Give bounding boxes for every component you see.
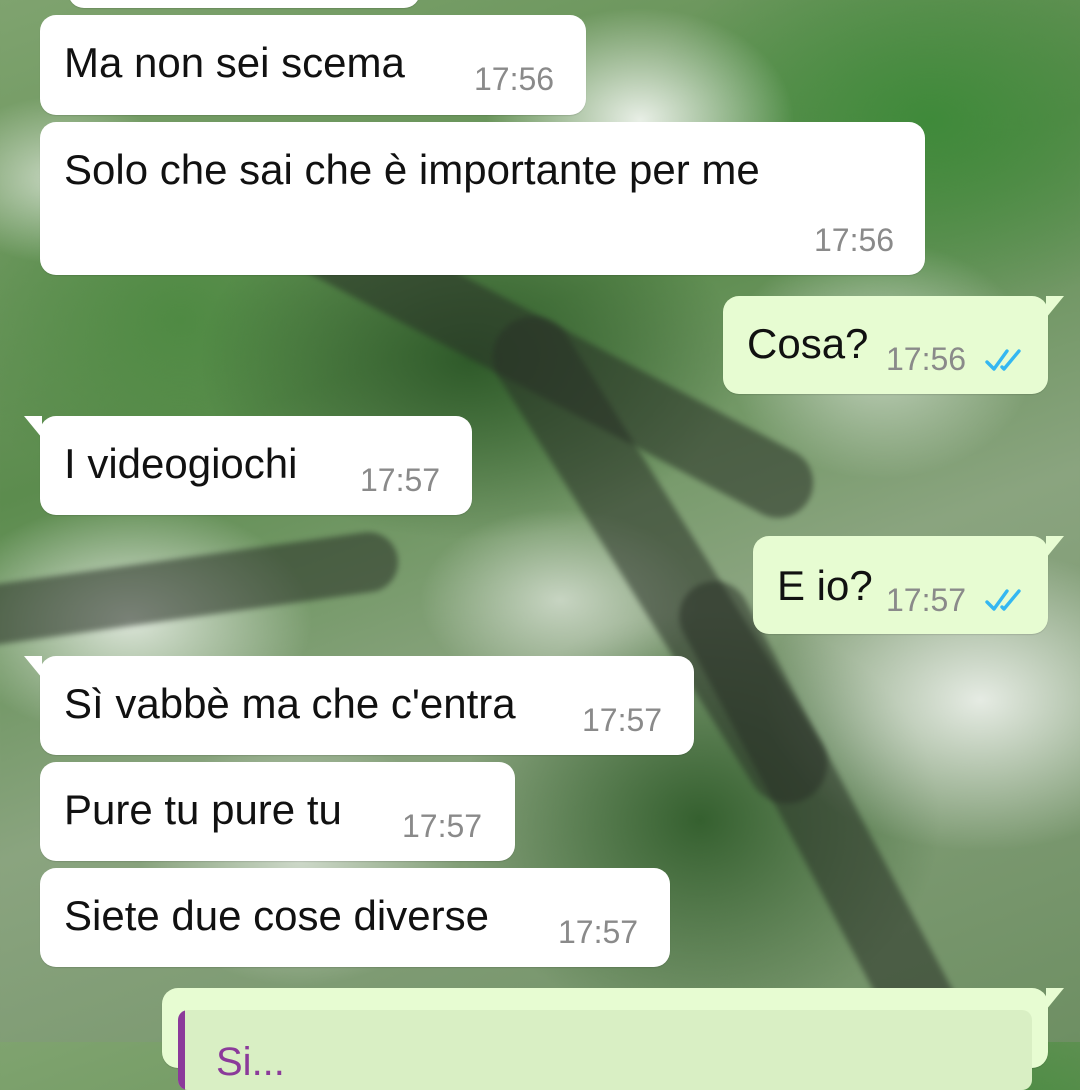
message-text: I videogiochi bbox=[64, 440, 298, 487]
message-time: 17:57 bbox=[582, 702, 663, 738]
message-text: Cosa? bbox=[747, 320, 869, 367]
message-bubble-incoming[interactable]: I videogiochi 17:57 bbox=[24, 416, 472, 515]
message-bubble-incoming[interactable]: Sì vabbè ma che c'entra 17:57 bbox=[24, 656, 694, 755]
message-time: 17:56 bbox=[474, 61, 555, 97]
message-text: Pure tu pure tu bbox=[64, 786, 342, 833]
message-bubble-incoming[interactable]: Pure tu pure tu 17:57 bbox=[40, 762, 515, 861]
message-bubble-incoming[interactable]: Siete due cose diverse 17:57 bbox=[40, 868, 670, 967]
message-time: 17:57 bbox=[402, 808, 483, 844]
message-time: 17:56 bbox=[814, 222, 895, 258]
message-text: Solo che sai che è importante per me bbox=[64, 146, 760, 193]
message-text: Siete due cose diverse bbox=[64, 892, 489, 939]
message-bubble-incoming[interactable]: Ma non sei scema 17:56 bbox=[40, 15, 586, 115]
message-time: 17:57 bbox=[886, 582, 967, 618]
message-text: E io? bbox=[777, 562, 873, 609]
chat-area[interactable]: Ma non sei scema 17:56 Solo che sai che … bbox=[0, 0, 1080, 1090]
quoted-message-accent-bar bbox=[178, 1010, 185, 1090]
message-text: Sì vabbè ma che c'entra bbox=[64, 680, 516, 727]
message-time: 17:57 bbox=[360, 462, 441, 498]
message-time: 17:56 bbox=[886, 341, 967, 377]
message-bubble-incoming[interactable]: Solo che sai che è importante per me 17:… bbox=[40, 122, 925, 275]
message-bubble-outgoing-reply[interactable]: Si... bbox=[162, 988, 1064, 1090]
double-check-icon bbox=[985, 349, 1021, 371]
double-check-icon bbox=[985, 589, 1021, 611]
quoted-message-sender: Si... bbox=[216, 1040, 285, 1084]
quoted-message-preview[interactable]: Si... bbox=[178, 1010, 1032, 1090]
message-bubble-cutoff[interactable] bbox=[68, 0, 420, 8]
message-bubble-outgoing[interactable]: Cosa? 17:56 bbox=[723, 296, 1064, 394]
message-text: Ma non sei scema bbox=[64, 39, 405, 86]
message-time: 17:57 bbox=[558, 914, 639, 950]
message-bubble-outgoing[interactable]: E io? 17:57 bbox=[753, 536, 1064, 634]
